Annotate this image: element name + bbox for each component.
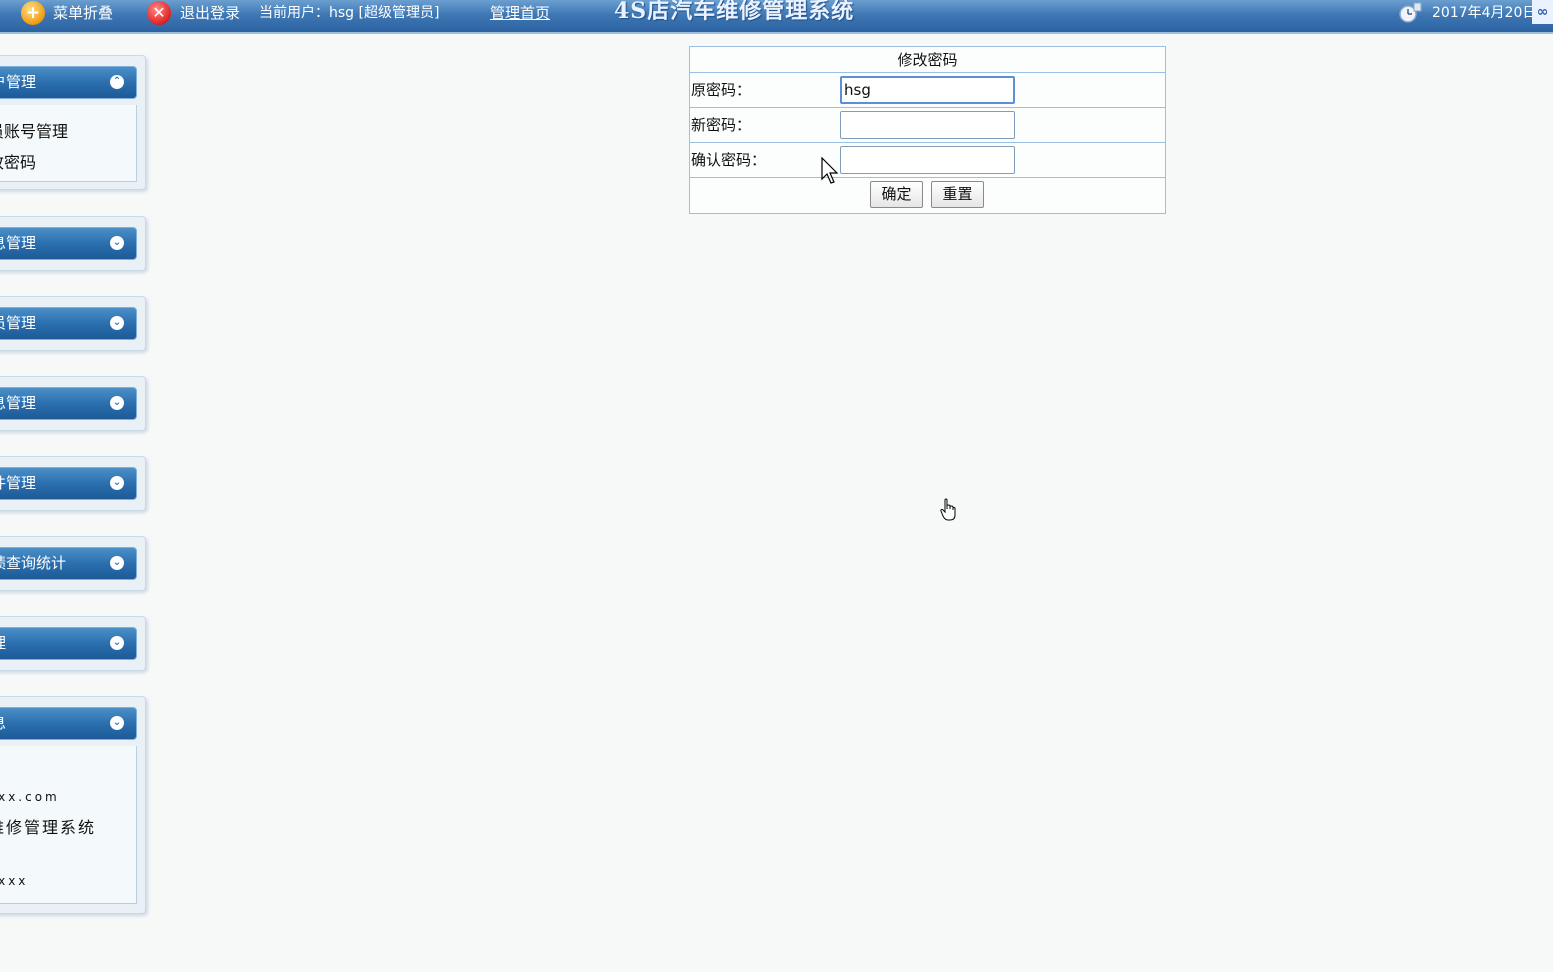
change-password-form: 修改密码 原密码： 新密码： 确认密码： 确定 重置 (689, 46, 1166, 214)
current-user-text: 当前用户：hsg [超级管理员] (259, 5, 440, 21)
sidebar-panel-body: 员账号管理 改密码 (0, 105, 137, 182)
form-row-confirm-password: 确认密码： (690, 143, 1165, 178)
form-row-old-password: 原密码： (690, 73, 1165, 108)
arrow-cursor-icon (821, 157, 839, 184)
sidebar-panel-title: 息管理 (0, 394, 37, 412)
link-icon[interactable]: ∞ (1532, 0, 1553, 24)
sidebar-panel-header[interactable]: 户管理 ⌃ (0, 66, 137, 99)
sidebar-panel-parts-management: 件管理 ⌄ (0, 456, 146, 511)
expand-down-icon[interactable]: ⌄ (110, 476, 124, 490)
old-password-label: 原密码： (691, 81, 752, 99)
plus-circle-icon[interactable]: + (21, 1, 45, 25)
sidebar-panel-header[interactable]: 件管理 ⌄ (0, 467, 137, 500)
date-text: 2017年4月20日 (1432, 5, 1537, 21)
sidebar-panel-header[interactable]: 息 ⌄ (0, 707, 137, 740)
system-info-line: xxx.com (0, 790, 60, 804)
expand-down-icon[interactable]: ⌄ (110, 236, 124, 250)
sidebar-panel-title: 件管理 (0, 474, 37, 492)
sidebar-panel-management: 理 ⌄ (0, 616, 146, 671)
sidebar-panel-header[interactable]: 息管理 ⌄ (0, 387, 137, 420)
expand-down-icon[interactable]: ⌄ (110, 716, 124, 730)
confirm-password-label: 确认密码： (691, 151, 767, 169)
confirm-button[interactable]: 确定 (870, 181, 923, 208)
expand-down-icon[interactable]: ⌄ (110, 556, 124, 570)
expand-down-icon[interactable]: ⌄ (110, 636, 124, 650)
sidebar-panel-body: : xxx.com 维修管理系统 : xxxx (0, 746, 137, 904)
reset-button[interactable]: 重置 (931, 181, 984, 208)
sidebar-panel-title: 息 (0, 714, 6, 732)
sidebar-panel-header[interactable]: 员管理 ⌄ (0, 307, 137, 340)
clock-icon (1398, 2, 1422, 24)
logout-button[interactable]: 退出登录 (180, 0, 240, 26)
sidebar-panel-user-management: 户管理 ⌃ 员账号管理 改密码 (0, 55, 146, 190)
sidebar-item-account-management[interactable]: 员账号管理 (0, 118, 68, 142)
sidebar-panel-header[interactable]: 绩查询统计 ⌄ (0, 547, 137, 580)
sidebar-panel-info-management: 息管理 ⌄ (0, 216, 146, 271)
sidebar-panel-header[interactable]: 理 ⌄ (0, 627, 137, 660)
form-title: 修改密码 (690, 47, 1165, 73)
new-password-input[interactable] (840, 111, 1015, 139)
sidebar-panel-title: 绩查询统计 (0, 554, 67, 572)
app-title: 4S店汽车维修管理系统 (614, 0, 855, 24)
expand-down-icon[interactable]: ⌄ (110, 316, 124, 330)
collapse-up-icon[interactable]: ⌃ (110, 75, 124, 89)
top-bar: + 菜单折叠 ✕ 退出登录 当前用户：hsg [超级管理员] 管理首页 4S店汽… (0, 0, 1553, 34)
sidebar-panel-system-info: 息 ⌄ : xxx.com 维修管理系统 : xxxx (0, 696, 146, 914)
sidebar-panel-header[interactable]: 息管理 ⌄ (0, 227, 137, 260)
sidebar-panel-title: 户管理 (0, 73, 37, 91)
sidebar-panel-info-management-2: 息管理 ⌄ (0, 376, 146, 431)
sidebar-panel-title: 息管理 (0, 234, 37, 252)
expand-down-icon[interactable]: ⌄ (110, 396, 124, 410)
system-info-line: xxxx (0, 874, 29, 888)
collapse-menu-button[interactable]: 菜单折叠 (53, 0, 113, 26)
admin-home-link[interactable]: 管理首页 (490, 0, 550, 26)
system-info-line: 维修管理系统 (0, 818, 97, 837)
sidebar-item-change-password[interactable]: 改密码 (0, 149, 36, 173)
new-password-label: 新密码： (691, 116, 752, 134)
old-password-input[interactable] (840, 76, 1015, 104)
hand-cursor-icon (940, 498, 956, 521)
close-circle-icon[interactable]: ✕ (147, 1, 171, 25)
sidebar-panel-title: 理 (0, 634, 6, 652)
sidebar-panel-staff-management: 员管理 ⌄ (0, 296, 146, 351)
sidebar-panel-performance-stats: 绩查询统计 ⌄ (0, 536, 146, 591)
sidebar-panel-title: 员管理 (0, 314, 37, 332)
form-row-new-password: 新密码： (690, 108, 1165, 143)
confirm-password-input[interactable] (840, 146, 1015, 174)
